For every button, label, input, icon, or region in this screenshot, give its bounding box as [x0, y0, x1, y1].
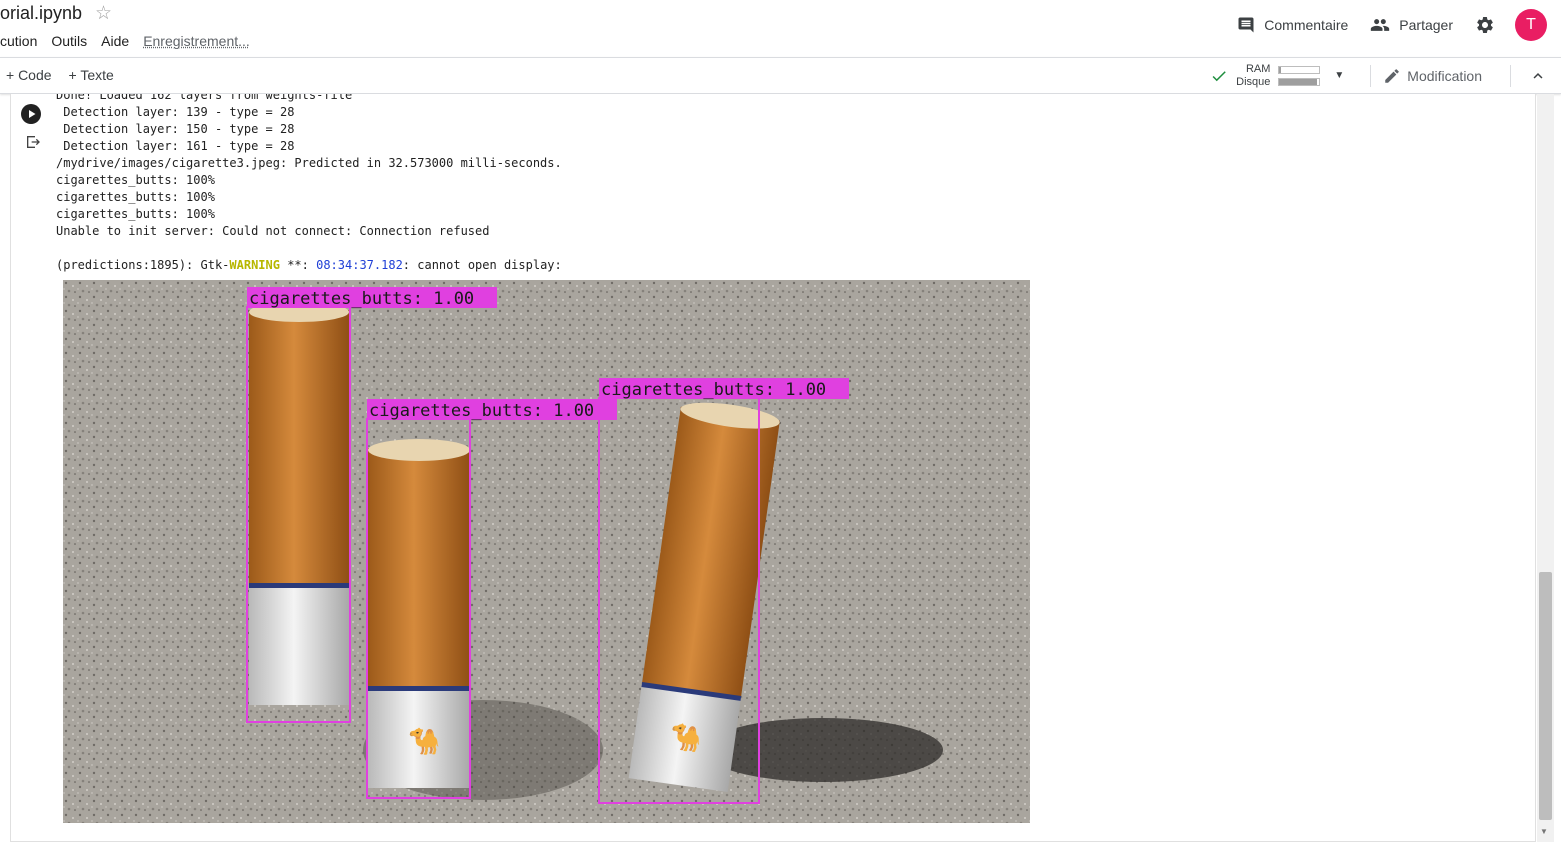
detection-image: 🐪 🐪 cigarettes_butts: 1.00 cigarettes_bu…	[63, 280, 1030, 823]
ram-bar	[1278, 65, 1321, 74]
notebook-title[interactable]: orial.ipynb	[0, 3, 82, 24]
warning-line: (predictions:1895): Gtk-WARNING **: 08:3…	[56, 257, 562, 274]
comment-label: Commentaire	[1264, 17, 1349, 33]
output-line: /mydrive/images/cigarette3.jpeg: Predict…	[56, 156, 562, 170]
detection-label: cigarettes_butts: 1.00	[249, 289, 474, 309]
shadow	[703, 718, 943, 782]
output-line: Detection layer: 150 - type = 28	[56, 122, 295, 136]
divider	[1370, 64, 1372, 87]
ram-bar-fill	[1279, 66, 1282, 73]
share-label: Partager	[1399, 17, 1453, 33]
disk-bar	[1278, 77, 1321, 86]
cigarette-butt: 🐪	[368, 439, 470, 788]
output-line: Unable to init server: Could not connect…	[56, 224, 490, 238]
check-icon	[1212, 70, 1226, 81]
output-line: Detection layer: 139 - type = 28	[56, 105, 295, 119]
resources-indicator[interactable]: RAM Disque ▼	[1210, 63, 1344, 89]
camel-logo-icon: 🐪	[668, 722, 704, 756]
output-line: Done! Loaded 162 layers from weights-fil…	[56, 94, 353, 102]
output-line: cigarettes_butts: 100%	[56, 173, 215, 187]
menu-item-help[interactable]: Aide	[101, 33, 129, 49]
ram-label: RAM	[1245, 62, 1271, 75]
menu-item-execution[interactable]: cution	[0, 33, 37, 49]
disk-bar-fill	[1279, 78, 1318, 85]
scroll-down-arrow-icon[interactable]: ▼	[1540, 827, 1548, 836]
output-line: Detection layer: 161 - type = 28	[56, 139, 295, 153]
star-icon[interactable]: ☆	[95, 2, 112, 25]
output-line: cigarettes_butts: 100%	[56, 207, 215, 221]
comment-button[interactable]: Commentaire	[1237, 16, 1348, 34]
avatar[interactable]: T	[1515, 9, 1547, 41]
gear-icon	[1477, 16, 1493, 33]
warning-suffix: : cannot open display:	[402, 258, 562, 272]
share-button[interactable]: Partager	[1370, 15, 1453, 35]
output-line: cigarettes_butts: 100%	[56, 190, 215, 204]
add-text-button[interactable]: + Texte	[69, 67, 114, 83]
chevron-up-icon	[1533, 72, 1543, 79]
people-icon	[1371, 19, 1390, 31]
save-status[interactable]: Enregistrement...	[143, 33, 250, 49]
run-cell-button[interactable]	[21, 104, 41, 129]
add-code-button[interactable]: + Code	[6, 67, 52, 83]
scrollbar-thumb[interactable]	[1539, 572, 1552, 820]
menu-bar: cution Outils Aide Enregistrement...	[0, 33, 264, 49]
warning-time: 08:34:37.182	[316, 258, 403, 272]
warning-word: WARNING	[229, 258, 280, 272]
output-icon	[27, 136, 40, 148]
divider	[1510, 64, 1511, 87]
edit-mode-label: Modification	[1407, 67, 1482, 84]
settings-button[interactable]	[1475, 15, 1495, 35]
menu-item-tools[interactable]: Outils	[51, 33, 87, 49]
collapse-header-button[interactable]	[1529, 67, 1547, 85]
edit-mode-button[interactable]: Modification	[1383, 67, 1482, 85]
header: orial.ipynb ☆ cution Outils Aide Enregis…	[0, 0, 1561, 58]
caret-down-icon[interactable]: ▼	[1334, 70, 1344, 81]
play-icon	[21, 104, 41, 124]
warning-prefix: (predictions:1895): Gtk-	[56, 258, 230, 272]
comment-icon	[1238, 17, 1254, 33]
header-actions: Commentaire Partager T	[1237, 9, 1547, 41]
detection-label: cigarettes_butts: 1.00	[369, 401, 594, 421]
notebook-toolbar: + Code + Texte RAM Disque ▼ Modification	[0, 57, 1561, 94]
disk-label: Disque	[1236, 75, 1271, 88]
code-cell[interactable]: Done! Loaded 162 layers from weights-fil…	[10, 94, 1536, 842]
camel-logo-icon: 🐪	[408, 727, 440, 757]
warning-mid: **:	[279, 258, 317, 272]
cigarette-butt	[249, 302, 349, 705]
cell-output: Done! Loaded 162 layers from weights-fil…	[56, 94, 562, 274]
output-actions-button[interactable]	[25, 134, 41, 155]
detection-label: cigarettes_butts: 1.00	[601, 380, 826, 400]
pencil-icon	[1385, 68, 1400, 83]
